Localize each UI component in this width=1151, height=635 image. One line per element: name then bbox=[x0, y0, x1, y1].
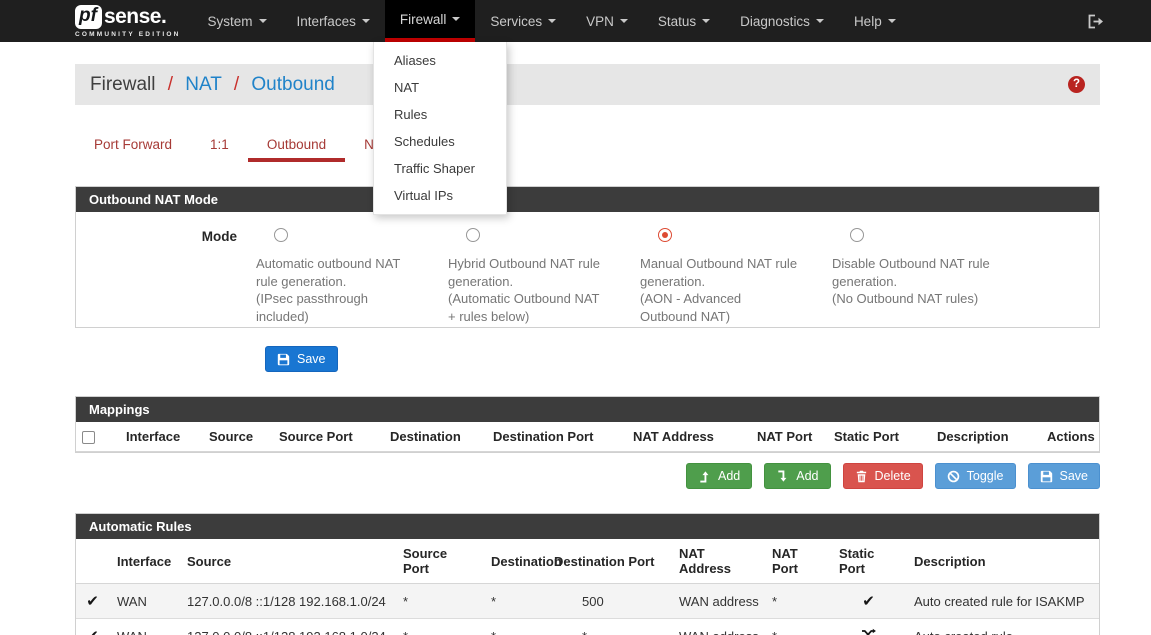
mode-option-automatic: Automatic outbound NAT rule generation. … bbox=[256, 228, 429, 309]
automatic-rules-panel: Automatic Rules Interface Source Source … bbox=[75, 513, 1100, 635]
dropdown-item-schedules[interactable]: Schedules bbox=[374, 128, 506, 155]
check-icon: ✔ bbox=[86, 628, 99, 635]
tab-outbound[interactable]: Outbound bbox=[248, 131, 345, 162]
level-down-icon bbox=[776, 470, 789, 483]
nav-item-vpn[interactable]: VPN bbox=[571, 0, 643, 42]
nav-item-status[interactable]: Status bbox=[643, 0, 725, 42]
col-destination: Destination bbox=[483, 539, 546, 584]
col-source-port: Source Port bbox=[395, 539, 483, 584]
tab-port-forward[interactable]: Port Forward bbox=[75, 131, 191, 162]
logo-edition: COMMUNITY EDITION bbox=[75, 31, 181, 38]
mode-radio-automatic[interactable] bbox=[274, 228, 288, 242]
col-destination-port: Destination Port bbox=[485, 422, 625, 452]
col-static-port: Static Port bbox=[831, 539, 906, 584]
floppy-icon bbox=[1040, 470, 1053, 483]
dropdown-item-rules[interactable]: Rules bbox=[374, 101, 506, 128]
mode-option-manual: Manual Outbound NAT rule generation. (AO… bbox=[640, 228, 813, 309]
main-menu: System Interfaces Firewall Services VPN … bbox=[193, 0, 911, 42]
nat-tabs: Port Forward 1:1 Outbound NPt bbox=[75, 131, 1100, 162]
sign-out-icon[interactable] bbox=[1087, 0, 1104, 42]
mode-option-hybrid: Hybrid Outbound NAT rule generation. (Au… bbox=[448, 228, 621, 309]
col-static-port: Static Port bbox=[826, 422, 929, 452]
mappings-panel: Mappings Interface Source Source Port De… bbox=[75, 396, 1100, 453]
table-row: ✔ WAN 127.0.0.0/8 ::1/128 192.168.1.0/24… bbox=[76, 619, 1099, 635]
col-description: Description bbox=[929, 422, 1039, 452]
col-nat-address: NAT Address bbox=[625, 422, 749, 452]
col-source-port: Source Port bbox=[271, 422, 382, 452]
col-destination: Destination bbox=[382, 422, 485, 452]
mode-label: Mode bbox=[91, 228, 237, 309]
select-all-checkbox[interactable] bbox=[82, 431, 95, 444]
mode-radio-disable[interactable] bbox=[850, 228, 864, 242]
add-rule-bottom-button[interactable]: Add bbox=[764, 463, 830, 489]
pfsense-page: pf sense. COMMUNITY EDITION System Inter… bbox=[0, 0, 1151, 635]
delete-button[interactable]: Delete bbox=[843, 463, 923, 489]
check-icon: ✔ bbox=[862, 593, 875, 610]
nav-item-diagnostics[interactable]: Diagnostics bbox=[725, 0, 839, 42]
caret-down-icon bbox=[620, 19, 628, 23]
automatic-rules-table: Interface Source Source Port Destination… bbox=[76, 539, 1099, 635]
floppy-icon bbox=[277, 353, 290, 366]
breadcrumb-section: Firewall bbox=[90, 74, 155, 95]
firewall-dropdown-menu: Aliases NAT Rules Schedules Traffic Shap… bbox=[373, 42, 507, 215]
mappings-table: Interface Source Source Port Destination… bbox=[76, 422, 1099, 452]
trash-icon bbox=[855, 470, 868, 483]
page-content: Firewall / NAT / Outbound ? Port Forward… bbox=[75, 64, 1100, 635]
mode-radio-manual[interactable] bbox=[658, 228, 672, 242]
breadcrumb: Firewall / NAT / Outbound bbox=[90, 74, 335, 96]
ban-icon bbox=[947, 470, 960, 483]
caret-down-icon bbox=[362, 19, 370, 23]
mappings-actions: Add Add Del bbox=[75, 463, 1100, 489]
check-icon: ✔ bbox=[86, 593, 99, 610]
logo-name: sense. bbox=[104, 5, 166, 29]
mode-option-disable: Disable Outbound NAT rule generation. (N… bbox=[832, 228, 1005, 309]
dropdown-item-aliases[interactable]: Aliases bbox=[374, 47, 506, 74]
table-row: ✔ WAN 127.0.0.0/8 ::1/128 192.168.1.0/24… bbox=[76, 584, 1099, 619]
outbound-nat-mode-panel: Outbound NAT Mode Mode Automatic outboun… bbox=[75, 186, 1100, 328]
col-source: Source bbox=[179, 539, 395, 584]
toggle-button[interactable]: Toggle bbox=[935, 463, 1016, 489]
col-nat-port: NAT Port bbox=[749, 422, 826, 452]
mode-radio-hybrid[interactable] bbox=[466, 228, 480, 242]
col-interface: Interface bbox=[118, 422, 201, 452]
add-rule-top-button[interactable]: Add bbox=[686, 463, 752, 489]
save-button[interactable]: Save bbox=[265, 346, 338, 372]
caret-down-icon bbox=[888, 19, 896, 23]
caret-down-icon bbox=[452, 17, 460, 21]
col-nat-port: NAT Port bbox=[764, 539, 831, 584]
top-navbar: pf sense. COMMUNITY EDITION System Inter… bbox=[0, 0, 1151, 42]
panel-title: Mappings bbox=[76, 397, 1099, 422]
nav-item-system[interactable]: System bbox=[193, 0, 282, 42]
dropdown-item-traffic-shaper[interactable]: Traffic Shaper bbox=[374, 155, 506, 182]
col-nat-address: NAT Address bbox=[671, 539, 764, 584]
pf-logo-mark: pf bbox=[75, 5, 102, 29]
breadcrumb-bar: Firewall / NAT / Outbound ? bbox=[75, 64, 1100, 105]
col-actions: Actions bbox=[1039, 422, 1099, 452]
panel-title: Automatic Rules bbox=[76, 514, 1099, 539]
save-mappings-button[interactable]: Save bbox=[1028, 463, 1101, 489]
caret-down-icon bbox=[259, 19, 267, 23]
caret-down-icon bbox=[548, 19, 556, 23]
caret-down-icon bbox=[702, 19, 710, 23]
col-description: Description bbox=[906, 539, 1099, 584]
pfsense-logo[interactable]: pf sense. COMMUNITY EDITION bbox=[75, 0, 181, 42]
help-icon[interactable]: ? bbox=[1068, 76, 1085, 93]
caret-down-icon bbox=[816, 19, 824, 23]
col-interface: Interface bbox=[109, 539, 179, 584]
tab-1-1[interactable]: 1:1 bbox=[191, 131, 248, 162]
breadcrumb-link-outbound[interactable]: Outbound bbox=[251, 74, 334, 95]
nav-item-interfaces[interactable]: Interfaces bbox=[282, 0, 385, 42]
nav-item-help[interactable]: Help bbox=[839, 0, 911, 42]
level-up-icon bbox=[698, 470, 711, 483]
nav-item-firewall[interactable]: Firewall bbox=[385, 0, 476, 42]
panel-title: Outbound NAT Mode bbox=[76, 187, 1099, 212]
col-destination-port: Destination Port bbox=[546, 539, 671, 584]
nav-item-services[interactable]: Services bbox=[475, 0, 571, 42]
dropdown-item-nat[interactable]: NAT bbox=[374, 74, 506, 101]
shuffle-icon bbox=[861, 628, 876, 635]
breadcrumb-link-nat[interactable]: NAT bbox=[185, 74, 221, 95]
dropdown-item-virtual-ips[interactable]: Virtual IPs bbox=[374, 182, 506, 209]
col-source: Source bbox=[201, 422, 271, 452]
